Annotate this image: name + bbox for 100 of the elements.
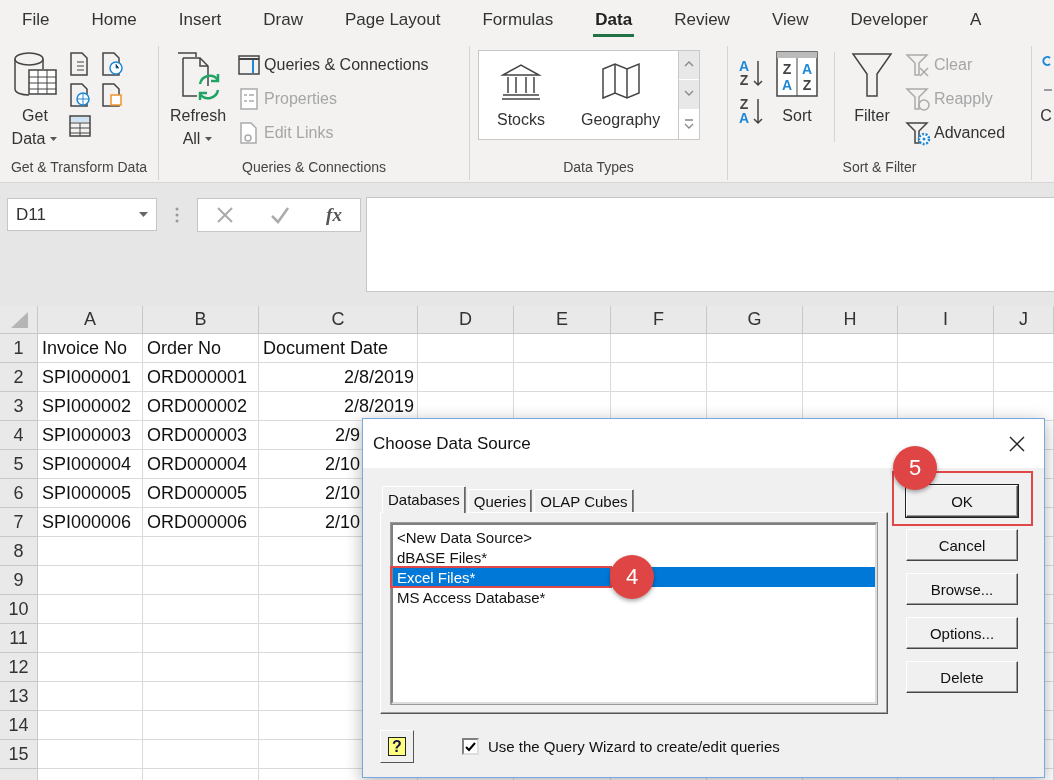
row-header[interactable]: 8	[0, 537, 38, 566]
group-label: Data Types	[562, 158, 635, 177]
close-icon	[216, 206, 234, 224]
gallery-item[interactable]: Stocks	[479, 51, 563, 139]
group-label: Sort & Filter	[841, 158, 918, 177]
ribbon-command[interactable]: Refresh All	[167, 48, 230, 152]
table-cell: ORD000003	[143, 421, 259, 450]
column-header[interactable]: I	[898, 306, 994, 334]
filter-gear-icon	[905, 120, 931, 146]
dialog-button[interactable]: OK	[906, 485, 1018, 517]
table-cell: ORD000001	[143, 363, 259, 392]
table-cell	[994, 363, 1054, 392]
ribbon-tab[interactable]: Formulas	[480, 0, 556, 40]
column-header[interactable]: G	[707, 306, 803, 334]
column-header[interactable]: B	[143, 306, 259, 334]
table-cell: SPI000004	[38, 450, 143, 479]
column-header[interactable]: D	[418, 306, 514, 334]
ribbon-tab[interactable]: Draw	[261, 0, 305, 40]
table-cell: Invoice No	[38, 334, 143, 363]
table-cell: SPI000001	[38, 363, 143, 392]
ribbon-tab[interactable]: File	[20, 0, 52, 40]
ribbon-tab[interactable]: Review	[672, 0, 732, 40]
filter-refresh-icon	[905, 86, 931, 112]
insert-function-button[interactable]: fx	[326, 204, 342, 226]
dialog-tab[interactable]: Queries	[467, 489, 533, 512]
ribbon-command[interactable]: C	[1040, 48, 1052, 129]
table-cell: Order No	[143, 334, 259, 363]
row-header[interactable]: 5	[0, 450, 38, 479]
table-cell: 2/8/2019	[259, 363, 418, 392]
row-header[interactable]: 13	[0, 682, 38, 711]
formula-input[interactable]	[366, 197, 1054, 292]
dialog-tab[interactable]: Databases	[382, 486, 466, 513]
check-icon	[270, 206, 291, 224]
dialog-button[interactable]: Browse...	[906, 573, 1018, 605]
bank-icon	[499, 61, 543, 101]
column-header[interactable]: J	[994, 306, 1054, 334]
table-cell: ORD000002	[143, 392, 259, 421]
row-header[interactable]: 15	[0, 740, 38, 769]
row-header[interactable]: 7	[0, 508, 38, 537]
gallery-item[interactable]: Geography	[563, 51, 679, 139]
column-header[interactable]: E	[514, 306, 611, 334]
row-header[interactable]: 3	[0, 392, 38, 421]
dialog-tab[interactable]: OLAP Cubes	[534, 489, 634, 512]
ribbon-command[interactable]: Advanced	[903, 116, 1008, 150]
caret-icon	[139, 211, 148, 218]
grip-icon	[175, 207, 179, 223]
table-cell: SPI000005	[38, 479, 143, 508]
group-label: Queries & Connections	[241, 158, 387, 177]
ribbon-command[interactable]: Filter	[847, 48, 897, 129]
close-icon	[1008, 434, 1026, 453]
row-header[interactable]: 9	[0, 566, 38, 595]
ribbon-tab[interactable]: Page Layout	[342, 0, 443, 40]
ribbon-command[interactable]: Queries & Connections	[235, 48, 431, 82]
checkbox-label: Use the Query Wizard to create/edit queries	[488, 738, 780, 755]
column-header[interactable]: F	[611, 306, 707, 334]
help-button[interactable]: ?	[380, 730, 414, 763]
ribbon-command[interactable]: Z A A Z Sort	[772, 48, 822, 129]
document-clock-icon[interactable]	[100, 52, 124, 76]
column-header[interactable]: A	[38, 306, 143, 334]
dialog-button[interactable]: Options...	[906, 617, 1018, 649]
name-box[interactable]: D11	[7, 198, 157, 231]
group-label: Get & Transform Data	[9, 158, 149, 177]
row-header[interactable]: 4	[0, 421, 38, 450]
table-cell: SPI000002	[38, 392, 143, 421]
document-database-icon[interactable]	[100, 83, 124, 107]
dialog-button[interactable]: Cancel	[906, 529, 1018, 561]
ribbon-tab[interactable]: View	[769, 0, 811, 40]
ribbon-command[interactable]: Get Data	[8, 48, 62, 152]
row-header[interactable]: 14	[0, 711, 38, 740]
table-cell: ORD000004	[143, 450, 259, 479]
row-header[interactable]: 12	[0, 653, 38, 682]
sort-button[interactable]: Z A	[736, 96, 766, 126]
table-icon[interactable]	[68, 114, 92, 138]
checkbox[interactable]	[462, 738, 479, 755]
table-cell: ORD000005	[143, 479, 259, 508]
ribbon-tab[interactable]: Home	[89, 0, 139, 40]
dialog-button[interactable]: Delete	[906, 661, 1018, 693]
row-header[interactable]: 10	[0, 595, 38, 624]
more-icon	[683, 118, 696, 129]
sort-button[interactable]: A Z	[736, 58, 766, 88]
ribbon-tab[interactable]: Insert	[176, 0, 224, 40]
table-cell	[994, 334, 1054, 363]
ribbon-tab[interactable]: Developer	[848, 0, 930, 40]
row-header[interactable]: 1	[0, 334, 38, 363]
ribbon-tab[interactable]: Data	[593, 0, 635, 40]
table-cell: SPI000003	[38, 421, 143, 450]
document-icon[interactable]	[68, 52, 90, 76]
row-header[interactable]: 6	[0, 479, 38, 508]
ribbon-tab[interactable]: A	[967, 0, 984, 40]
table-cell: Document Date	[259, 334, 418, 363]
column-header[interactable]: C	[259, 306, 418, 334]
check-icon	[465, 741, 476, 752]
row-header[interactable]: 11	[0, 624, 38, 653]
pane-icon	[237, 53, 262, 77]
row-header[interactable]: 2	[0, 363, 38, 392]
table-cell: ORD000006	[143, 508, 259, 537]
table-cell: SPI000006	[38, 508, 143, 537]
column-header[interactable]: H	[803, 306, 898, 334]
filter-clear-icon	[905, 52, 931, 78]
document-globe-icon[interactable]	[68, 83, 92, 107]
